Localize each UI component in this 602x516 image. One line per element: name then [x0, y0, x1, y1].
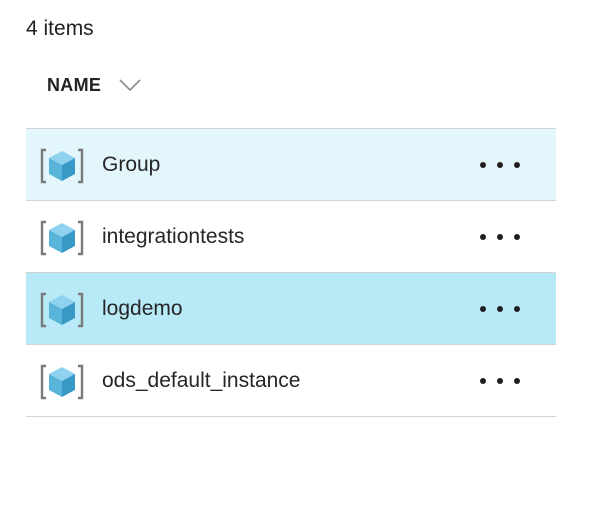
list-item[interactable]: ods_default_instance: [26, 345, 556, 417]
column-header-name[interactable]: NAME: [47, 70, 141, 100]
resource-list: Group integrationtests logdemo ods_defau…: [26, 128, 556, 417]
list-item-name: ods_default_instance: [102, 369, 301, 392]
resource-group-cube-icon: [40, 148, 84, 184]
resource-group-cube-icon: [40, 364, 84, 400]
ellipsis-icon[interactable]: [480, 297, 520, 321]
list-item[interactable]: logdemo: [26, 273, 556, 345]
resource-group-cube-icon: [40, 220, 84, 256]
resource-group-cube-icon: [40, 292, 84, 328]
list-item[interactable]: Group: [26, 129, 556, 201]
chevron-down-icon[interactable]: [119, 78, 141, 92]
list-item[interactable]: integrationtests: [26, 201, 556, 273]
list-item-name: logdemo: [102, 297, 183, 320]
item-count: 4 items: [26, 17, 94, 40]
ellipsis-icon[interactable]: [480, 153, 520, 177]
ellipsis-icon[interactable]: [480, 225, 520, 249]
list-item-name: integrationtests: [102, 225, 245, 248]
column-header-label: NAME: [47, 74, 102, 95]
ellipsis-icon[interactable]: [480, 369, 520, 393]
list-item-name: Group: [102, 153, 161, 176]
